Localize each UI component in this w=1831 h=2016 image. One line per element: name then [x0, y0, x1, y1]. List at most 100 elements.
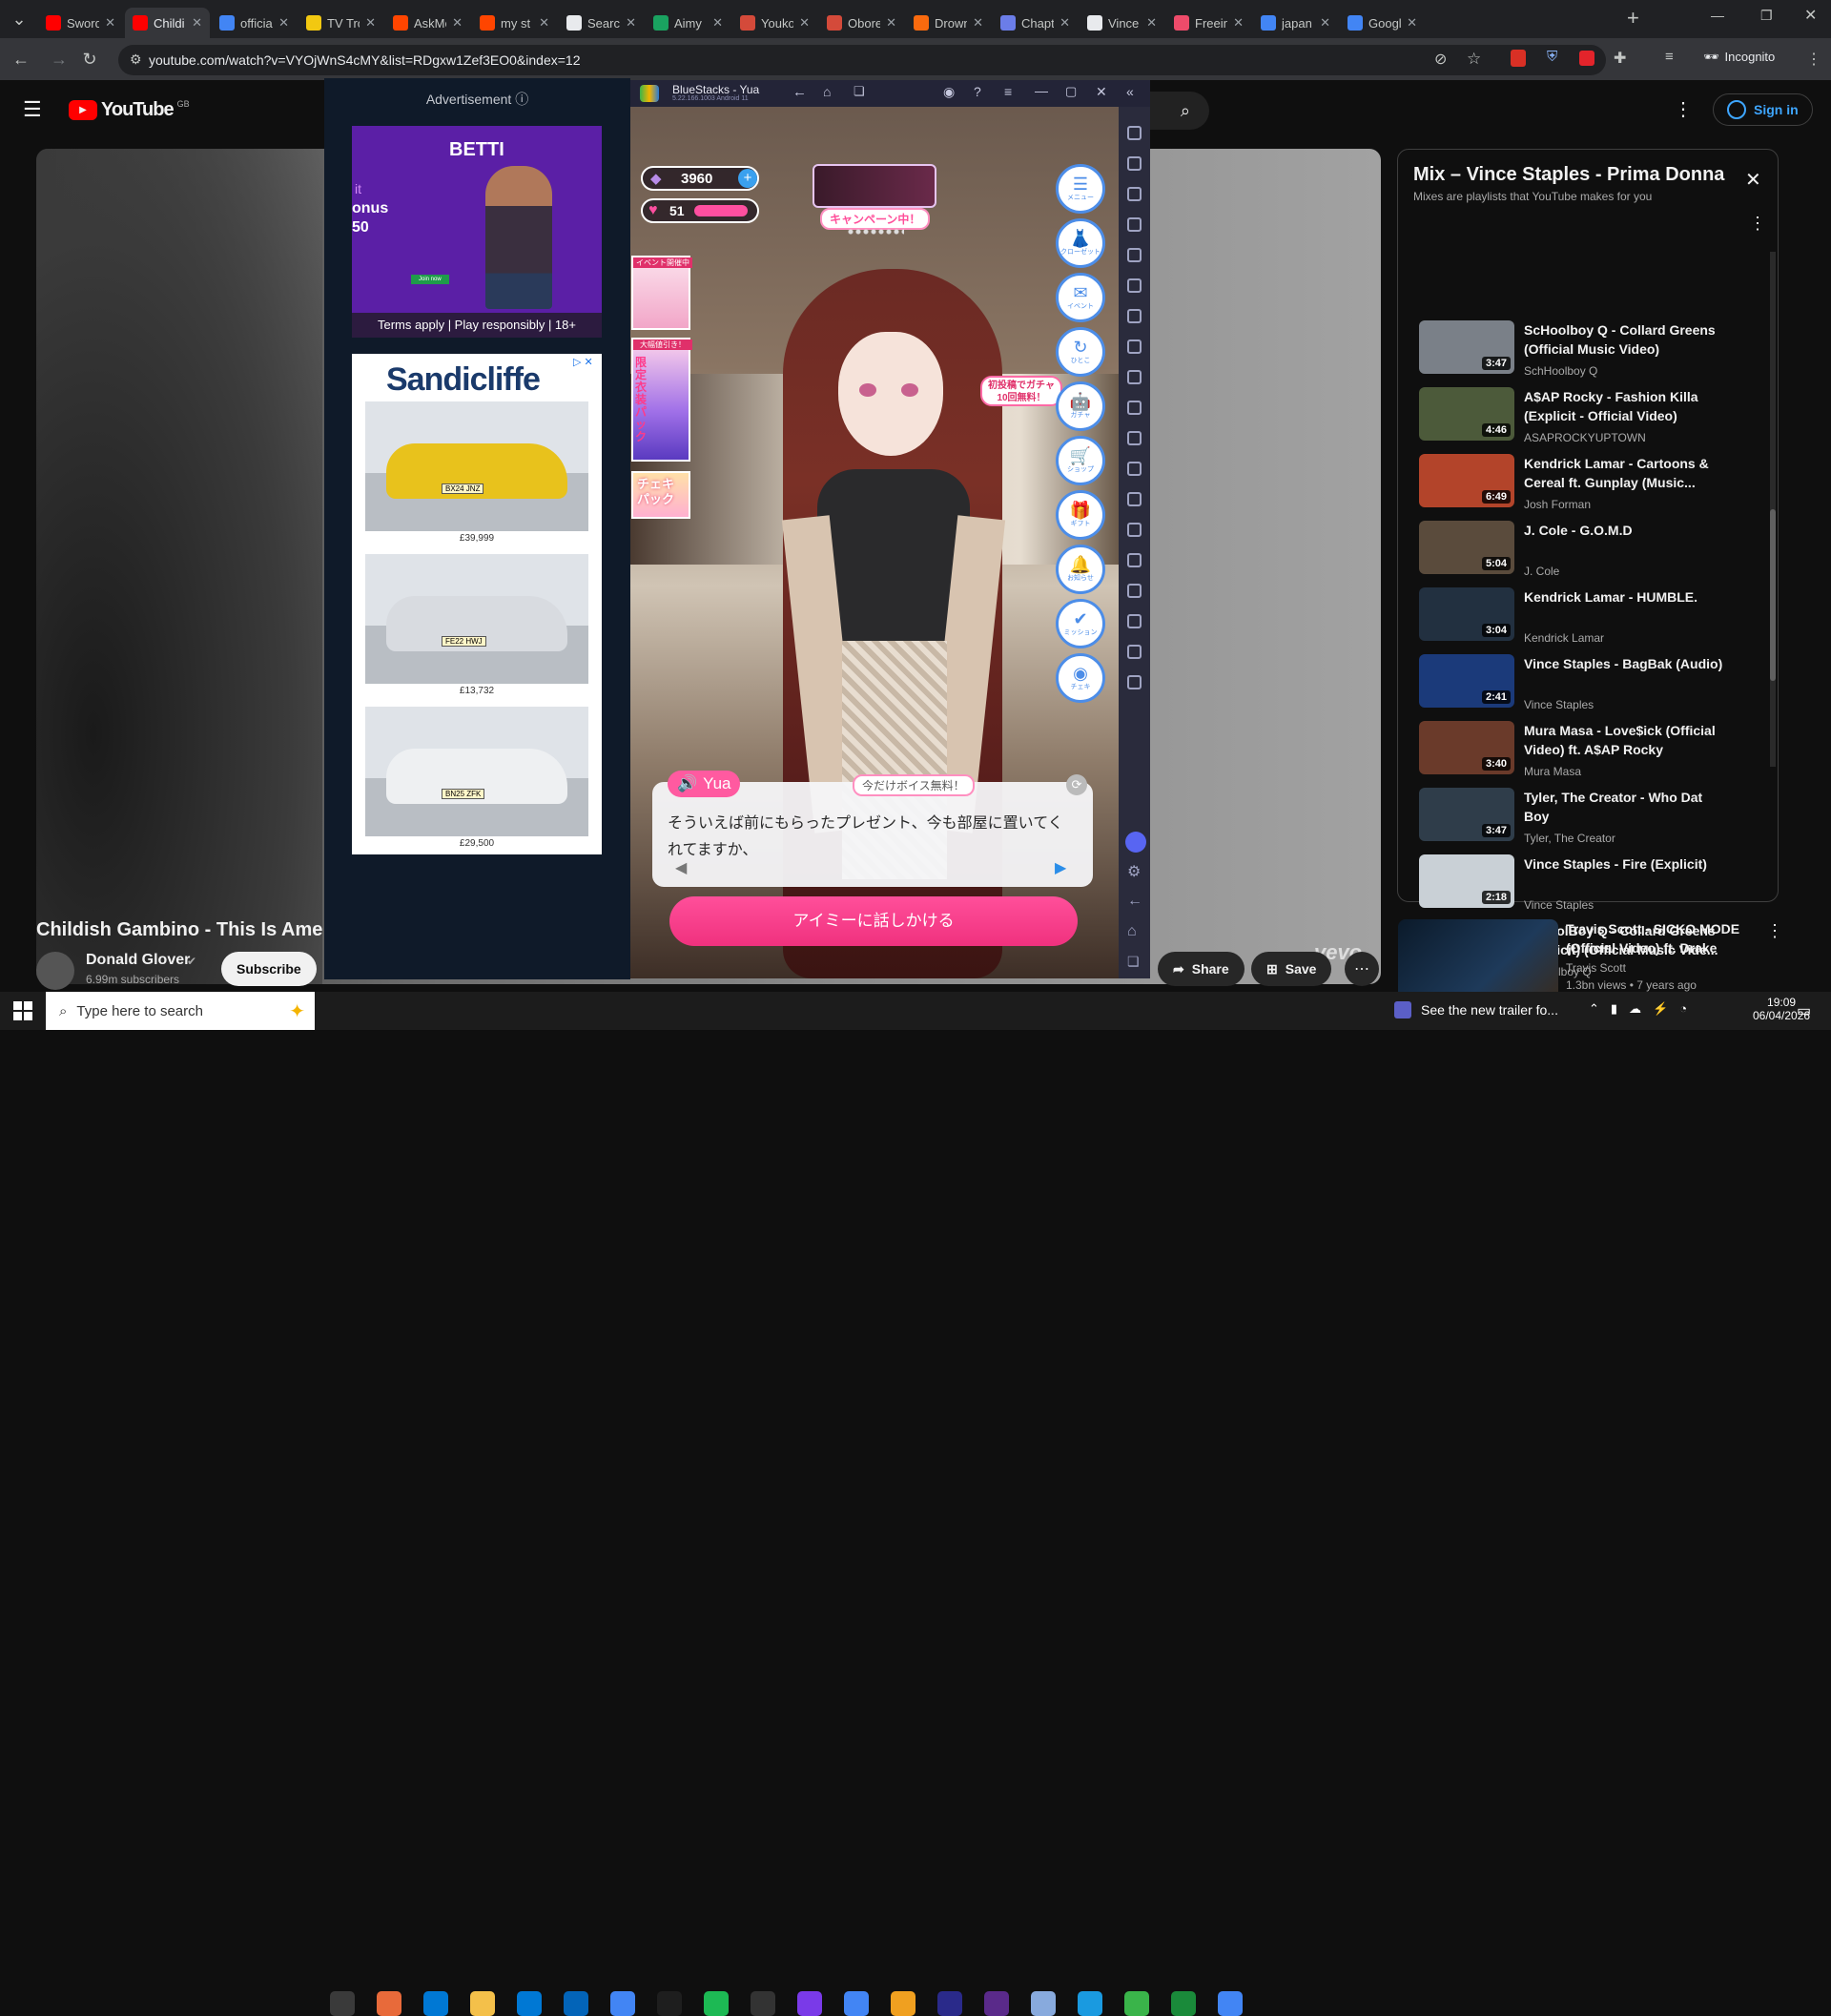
media-control-icon[interactable]: ≡: [1665, 49, 1674, 65]
taskbar-app-icon[interactable]: [1078, 1991, 1102, 2016]
chrome-menu-icon[interactable]: ⋮: [1806, 50, 1821, 69]
tab-close-icon[interactable]: ✕: [278, 15, 289, 31]
tab-close-icon[interactable]: ✕: [1233, 15, 1244, 31]
taskbar-app-icon[interactable]: [1124, 1991, 1149, 2016]
bs-tool-icon[interactable]: [1127, 553, 1142, 567]
taskbar-app-icon[interactable]: [1031, 1991, 1056, 2016]
taskbar-app-icon[interactable]: [564, 1991, 588, 2016]
channel-avatar[interactable]: [36, 952, 74, 990]
tab-close-icon[interactable]: ✕: [799, 15, 810, 31]
browser-tab[interactable]: Drown ✕: [906, 8, 991, 38]
playlist-item[interactable]: 4:46 A$AP Rocky - Fashion Killa (Explicit…: [1419, 387, 1734, 448]
cheki-pack-banner[interactable]: チェキパック: [631, 471, 690, 519]
restore-button[interactable]: ❐: [1760, 8, 1773, 24]
share-button[interactable]: ➦ Share: [1158, 952, 1245, 986]
playlist-item-title[interactable]: Kendrick Lamar - HUMBLE.: [1524, 587, 1724, 607]
dialogue-next-icon[interactable]: ▶: [1055, 858, 1066, 877]
taskbar-search-box[interactable]: ⌕ Type here to search ✦: [46, 992, 315, 1030]
tab-close-icon[interactable]: ✕: [1320, 15, 1330, 31]
browser-tab[interactable]: Aimy ✕: [646, 8, 730, 38]
bs-collapse-sidebar-icon[interactable]: «: [1126, 84, 1134, 99]
bs-close-icon[interactable]: ✕: [1096, 84, 1107, 100]
browser-tab[interactable]: japan ✕: [1253, 8, 1338, 38]
taskbar-app-icon[interactable]: [377, 1991, 401, 2016]
bs-tool-icon[interactable]: [1127, 187, 1142, 201]
back-button[interactable]: ←: [6, 44, 36, 74]
playlist-close-icon[interactable]: ✕: [1745, 168, 1761, 192]
add-gems-button[interactable]: +: [738, 169, 757, 188]
game-menu-button[interactable]: 🔔 お知らせ: [1056, 545, 1105, 594]
tab-search-icon[interactable]: ⌄: [4, 4, 34, 34]
next-video-menu-icon[interactable]: ⋮: [1766, 921, 1783, 941]
tab-close-icon[interactable]: ✕: [192, 15, 202, 31]
system-tray-icons[interactable]: ⌃▮☁⚡◔: [1589, 1001, 1698, 1017]
windows-start-icon[interactable]: [13, 1001, 32, 1020]
bs-tool-icon[interactable]: [1127, 675, 1142, 689]
browser-tab[interactable]: Googl ✕: [1340, 8, 1425, 38]
bs-tool-icon[interactable]: [1127, 462, 1142, 476]
sandicliffe-ad[interactable]: Sandicliffe ▷ ✕ BX24 JNZ £39,999 FE22 HWJ £…: [352, 354, 602, 854]
notification-center-icon[interactable]: ▭: [1797, 1001, 1811, 1020]
playlist-item-title[interactable]: Mura Masa - Love$ick (Official Video) ft…: [1524, 721, 1724, 759]
tab-close-icon[interactable]: ✕: [973, 15, 983, 31]
playlist-thumbnail[interactable]: 3:04: [1419, 587, 1514, 641]
bs-tool-icon[interactable]: [1127, 614, 1142, 628]
browser-tab[interactable]: Vince ✕: [1080, 8, 1164, 38]
save-button[interactable]: ⊞ Save: [1251, 952, 1332, 986]
taskbar-app-icon[interactable]: [751, 1991, 775, 2016]
game-menu-button[interactable]: ☰ メニュー: [1056, 164, 1105, 214]
playlist-item[interactable]: 3:40 Mura Masa - Love$ick (Official Video…: [1419, 721, 1734, 782]
browser-tab[interactable]: Youko ✕: [732, 8, 817, 38]
dialogue-prev-icon[interactable]: ◀: [675, 858, 687, 877]
playlist-item[interactable]: 5:04 J. Cole - G.O.M.D J. Cole: [1419, 521, 1734, 582]
discord-icon[interactable]: [1125, 832, 1146, 853]
playlist-item[interactable]: 2:41 Vince Staples - BagBak (Audio) Vince …: [1419, 654, 1734, 715]
bs-tool-icon[interactable]: [1127, 278, 1142, 293]
car-image[interactable]: BX24 JNZ: [365, 401, 588, 531]
taskbar-app-icon[interactable]: [1171, 1991, 1196, 2016]
bs-tool-icon[interactable]: [1127, 645, 1142, 659]
playlist-thumbnail[interactable]: 5:04: [1419, 521, 1514, 574]
bookmark-star-icon[interactable]: ☆: [1467, 50, 1481, 69]
browser-tab[interactable]: Freein ✕: [1166, 8, 1251, 38]
tab-close-icon[interactable]: ✕: [1060, 15, 1070, 31]
bs-tool-icon[interactable]: [1127, 370, 1142, 384]
talk-button[interactable]: アイミーに話しかける: [669, 896, 1078, 946]
browser-tab[interactable]: officia ✕: [212, 8, 297, 38]
window-close-button[interactable]: ✕: [1804, 6, 1817, 25]
bs-back-icon[interactable]: ←: [792, 84, 807, 100]
playlist-item[interactable]: 3:47 Tyler, The Creator - Who Dat Boy Tyle…: [1419, 788, 1734, 849]
playlist-item-title[interactable]: Kendrick Lamar - Cartoons & Cereal ft. G…: [1524, 454, 1724, 492]
tab-close-icon[interactable]: ✕: [539, 15, 549, 31]
eye-off-icon[interactable]: ⊘: [1434, 50, 1447, 69]
car-image[interactable]: FE22 HWJ: [365, 554, 588, 684]
forward-button[interactable]: →: [44, 44, 74, 74]
bs-tool-icon[interactable]: [1127, 523, 1142, 537]
reload-button[interactable]: ↻: [74, 44, 105, 74]
site-info-icon[interactable]: ⚙: [130, 51, 142, 68]
tab-close-icon[interactable]: ✕: [1146, 15, 1157, 31]
settings-more-icon[interactable]: ⋮: [1674, 97, 1693, 121]
playlist-item-title[interactable]: A$AP Rocky - Fashion Killa (Explicit - O…: [1524, 387, 1724, 425]
playlist-item[interactable]: 2:18 Vince Staples - Fire (Explicit) Vince…: [1419, 854, 1734, 915]
bs-tool-icon[interactable]: [1127, 248, 1142, 262]
bs-settings-icon[interactable]: ⚙: [1127, 862, 1141, 881]
bs-tool-icon[interactable]: [1127, 339, 1142, 354]
bs-multi-instance-icon[interactable]: ❏: [854, 84, 865, 99]
dialogue-auto-icon[interactable]: ⟳: [1066, 774, 1087, 795]
bs-side-home-icon[interactable]: ⌂: [1127, 923, 1137, 940]
subscribe-button[interactable]: Subscribe: [221, 952, 317, 986]
playlist-thumbnail[interactable]: 6:49: [1419, 454, 1514, 507]
taskbar-app-icon[interactable]: [844, 1991, 869, 2016]
channel-name[interactable]: Donald Glover: [86, 952, 190, 969]
dialogue-box[interactable]: そういえば前にもらったプレゼント、今も部屋に置いてくれてますか、 ◀ ▶ ⟳: [652, 774, 1093, 887]
playlist-item[interactable]: 3:47 ScHoolboy Q - Collard Greens (Offici…: [1419, 320, 1734, 381]
address-bar[interactable]: ⚙ youtube.com/watch?v=VYOjWnS4cMY&list=R…: [118, 45, 1606, 75]
more-actions-button[interactable]: ⋯: [1345, 952, 1379, 986]
playlist-thumbnail[interactable]: 2:41: [1419, 654, 1514, 708]
playlist-item-title[interactable]: ScHoolboy Q - Collard Greens (Official M…: [1524, 320, 1724, 359]
taskbar-app-icon[interactable]: [797, 1991, 822, 2016]
browser-tab[interactable]: Childi ✕: [125, 8, 210, 38]
new-tab-button[interactable]: +: [1627, 6, 1639, 31]
taskbar-app-icon[interactable]: [657, 1991, 682, 2016]
